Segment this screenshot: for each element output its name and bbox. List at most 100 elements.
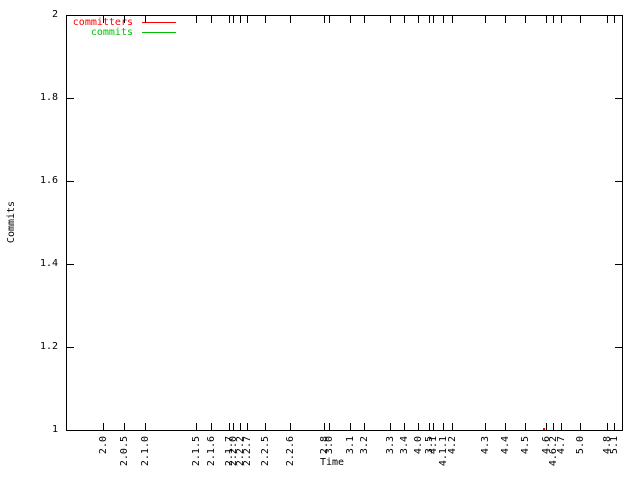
y-tick-mark — [67, 430, 74, 431]
x-tick-label: 2.0.5 — [119, 436, 130, 467]
x-tick-mark-mirror — [561, 16, 562, 23]
x-tick-label: 2.2.7 — [242, 436, 253, 467]
x-tick-label: 2.1.5 — [191, 436, 202, 467]
x-tick-mark-mirror — [390, 16, 391, 23]
x-tick-mark — [329, 423, 330, 430]
y-tick-mark-mirror — [615, 98, 622, 99]
x-tick-mark-mirror — [290, 16, 291, 23]
x-tick-mark — [452, 423, 453, 430]
x-tick-mark — [145, 423, 146, 430]
x-tick-mark-mirror — [247, 16, 248, 23]
x-tick-mark — [525, 423, 526, 430]
x-tick-mark-mirror — [324, 16, 325, 23]
y-tick-label: 1.4 — [39, 258, 58, 269]
x-tick-label: 4.2 — [447, 436, 458, 455]
x-tick-mark — [607, 423, 608, 430]
x-tick-mark — [429, 423, 430, 430]
y-tick-mark-mirror — [615, 181, 622, 182]
x-tick-mark — [505, 423, 506, 430]
x-tick-mark — [443, 423, 444, 430]
y-tick-label: 2 — [51, 9, 58, 20]
x-tick-mark — [103, 423, 104, 430]
x-tick-mark — [265, 423, 266, 430]
x-tick-mark — [247, 423, 248, 430]
x-tick-mark-mirror — [485, 16, 486, 23]
x-tick-label: 3.0 — [324, 436, 335, 455]
x-tick-label: 3.4 — [399, 436, 410, 455]
x-tick-label: 3.1 — [345, 436, 356, 455]
x-tick-mark-mirror — [452, 16, 453, 23]
x-tick-mark-mirror — [505, 16, 506, 23]
y-tick-mark — [67, 181, 74, 182]
legend-line-sample-committers — [142, 22, 176, 23]
x-tick-label: 5.0 — [575, 436, 586, 455]
x-tick-mark — [390, 423, 391, 430]
y-tick-label: 1.2 — [39, 341, 58, 352]
x-tick-mark — [290, 423, 291, 430]
x-tick-label: 3.2 — [359, 436, 370, 455]
x-tick-mark — [580, 423, 581, 430]
x-tick-mark — [561, 423, 562, 430]
x-tick-label: 5.1 — [609, 436, 620, 455]
y-tick-mark — [67, 98, 74, 99]
x-tick-mark — [229, 423, 230, 430]
x-tick-mark-mirror — [350, 16, 351, 23]
x-tick-mark-mirror — [429, 16, 430, 23]
x-tick-mark-mirror — [607, 16, 608, 23]
y-tick-label: 1.6 — [39, 175, 58, 186]
y-tick-mark — [67, 347, 74, 348]
x-tick-mark — [324, 423, 325, 430]
x-tick-mark — [240, 423, 241, 430]
x-tick-mark — [546, 423, 547, 430]
x-tick-mark — [614, 423, 615, 430]
x-tick-mark-mirror — [614, 16, 615, 23]
x-tick-label: 4.4 — [500, 436, 511, 455]
x-tick-label: 3.3 — [385, 436, 396, 455]
x-tick-mark-mirror — [229, 16, 230, 23]
x-tick-label: 2.1.0 — [140, 436, 151, 467]
x-tick-mark-mirror — [580, 16, 581, 23]
x-tick-mark — [233, 423, 234, 430]
x-tick-mark-mirror — [240, 16, 241, 23]
x-tick-label: 4.7 — [556, 436, 567, 455]
x-tick-mark-mirror — [329, 16, 330, 23]
y-tick-mark-mirror — [615, 264, 622, 265]
x-tick-mark-mirror — [103, 16, 104, 23]
y-tick-mark-mirror — [615, 430, 622, 431]
x-tick-mark — [485, 423, 486, 430]
y-tick-mark — [67, 264, 74, 265]
x-tick-mark — [418, 423, 419, 430]
x-tick-mark-mirror — [364, 16, 365, 23]
committers-data-point — [543, 428, 545, 430]
x-tick-mark — [350, 423, 351, 430]
y-tick-mark — [67, 15, 74, 16]
x-tick-mark — [196, 423, 197, 430]
x-tick-mark-mirror — [418, 16, 419, 23]
x-tick-mark — [211, 423, 212, 430]
plot-border — [66, 15, 623, 431]
x-tick-mark — [433, 423, 434, 430]
x-tick-mark-mirror — [145, 16, 146, 23]
legend-label-commits: commits — [90, 27, 133, 38]
x-tick-mark-mirror — [553, 16, 554, 23]
x-tick-mark-mirror — [433, 16, 434, 23]
x-tick-label: 4.3 — [480, 436, 491, 455]
y-tick-mark-mirror — [615, 15, 622, 16]
x-tick-mark-mirror — [196, 16, 197, 23]
x-tick-mark-mirror — [265, 16, 266, 23]
x-axis-title: Time — [319, 457, 345, 468]
x-tick-mark — [124, 423, 125, 430]
y-tick-label: 1 — [51, 424, 58, 435]
y-tick-mark-mirror — [615, 347, 622, 348]
x-tick-label: 2.2.5 — [260, 436, 271, 467]
legend-line-sample-commits — [142, 32, 176, 33]
x-tick-mark — [404, 423, 405, 430]
y-tick-label: 1.8 — [39, 92, 58, 103]
x-tick-mark-mirror — [443, 16, 444, 23]
x-tick-mark-mirror — [546, 16, 547, 23]
x-tick-mark-mirror — [525, 16, 526, 23]
y-axis-title: Commits — [6, 200, 17, 244]
x-tick-mark — [553, 423, 554, 430]
chart-canvas: Commits Time committers commits 21.81.61… — [0, 0, 640, 480]
x-tick-mark-mirror — [124, 16, 125, 23]
